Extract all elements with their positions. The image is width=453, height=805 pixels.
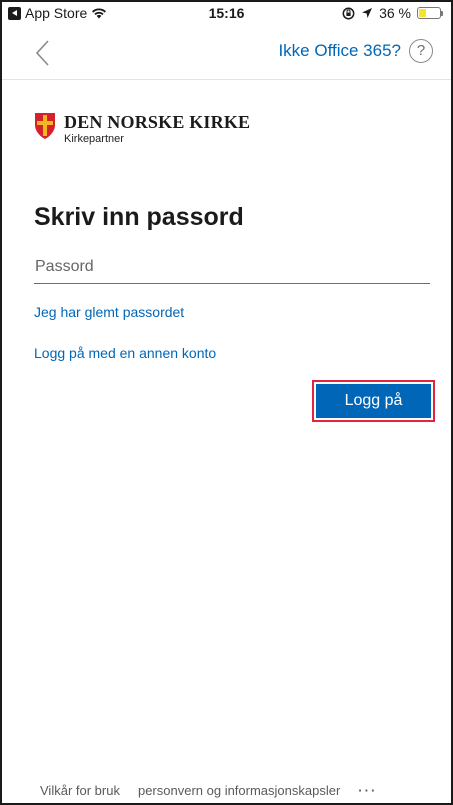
- location-icon: [362, 8, 373, 18]
- footer: Vilkår for bruk personvern og informasjo…: [40, 783, 377, 798]
- signin-highlight: Logg på: [312, 380, 435, 422]
- other-account-link[interactable]: Logg på med en annen konto: [34, 345, 216, 361]
- nav-bar: Ikke Office 365? ?: [2, 24, 451, 80]
- logo-subtitle: Kirkepartner: [64, 133, 124, 145]
- privacy-link[interactable]: personvern og informasjonskapsler: [138, 783, 340, 798]
- battery-icon: [417, 7, 443, 19]
- more-options-button[interactable]: ···: [358, 783, 377, 798]
- signin-button[interactable]: Logg på: [316, 384, 431, 418]
- battery-fill: [419, 9, 427, 17]
- not-office365-label: Ikke Office 365?: [278, 41, 401, 60]
- terms-link[interactable]: Vilkår for bruk: [40, 783, 120, 798]
- forgot-password-link[interactable]: Jeg har glemt passordet: [34, 304, 184, 320]
- password-field[interactable]: [34, 250, 430, 284]
- status-bar: App Store 15:16 36 %: [2, 2, 451, 24]
- page-title: Skriv inn passord: [34, 203, 244, 231]
- logo-name: DEN NORSKE KIRKE: [64, 112, 251, 132]
- logo-text: DEN NORSKE KIRKE Kirkepartner: [64, 112, 250, 146]
- not-office365-link[interactable]: Ikke Office 365? ?: [278, 39, 433, 63]
- status-icons: 36 %: [342, 5, 443, 21]
- orientation-lock-icon: [342, 7, 355, 19]
- battery-percent: 36 %: [379, 5, 411, 21]
- app-frame: App Store 15:16 36 % Ikke Office 365? ? …: [0, 0, 453, 805]
- church-cross-shield-icon: [35, 113, 55, 139]
- org-logo: DEN NORSKE KIRKE Kirkepartner: [34, 112, 250, 146]
- chevron-left-icon[interactable]: [32, 38, 56, 68]
- help-icon[interactable]: ?: [409, 39, 433, 63]
